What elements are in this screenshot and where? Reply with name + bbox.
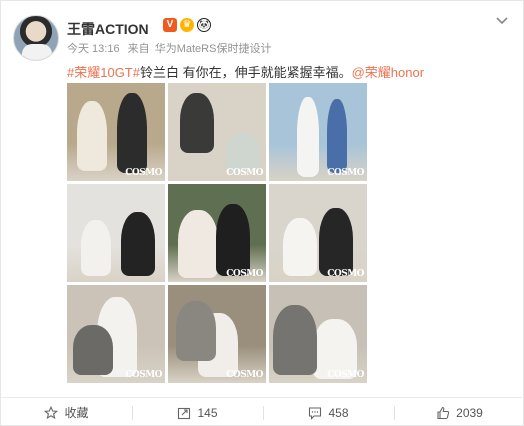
like-button[interactable]: 2039 (394, 398, 524, 426)
weibo-post-card: 王雷ACTION V ♛ 🐼 今天 13:16 来自 华为MateRS保时捷设计… (0, 0, 524, 426)
photo-figure-groom (273, 305, 317, 375)
photo-figure-groom (216, 204, 250, 276)
chevron-down-icon[interactable] (495, 13, 509, 27)
comment-count: 458 (328, 405, 349, 420)
like-count: 2039 (456, 405, 483, 420)
magazine-watermark: COSMO (327, 370, 364, 380)
magazine-watermark: COSMO (327, 168, 364, 178)
verified-badge-icon[interactable]: V (163, 18, 177, 32)
photo-thumbnail[interactable]: COSMO (168, 184, 266, 282)
forward-button[interactable]: 145 (132, 398, 263, 426)
user-badges: V ♛ 🐼 (163, 18, 211, 32)
post-content: #荣耀10GT#铃兰白 有你在，伸手就能紧握幸福。@荣耀honor (67, 62, 424, 81)
photo-figure-bride (297, 97, 319, 177)
photo-thumbnail[interactable]: COSMO (67, 83, 165, 181)
forward-icon (178, 407, 191, 419)
photo-thumbnail[interactable] (67, 184, 165, 282)
comment-button[interactable]: 458 (263, 398, 394, 426)
forward-count: 145 (197, 405, 218, 420)
photo-figure-groom (319, 208, 353, 276)
photo-figure-bride (77, 101, 107, 171)
panda-badge-icon[interactable]: 🐼 (197, 18, 211, 32)
photo-grid: COSMO COSMO COSMO COSMO COSMO COSMO COSMO COSMO (67, 83, 371, 383)
comment-icon (309, 406, 322, 420)
photo-figure-bride (81, 220, 111, 276)
star-icon (44, 405, 59, 419)
photo-thumbnail[interactable]: COSMO (269, 184, 367, 282)
photo-figure-groom (327, 99, 347, 173)
crown-badge-icon[interactable]: ♛ (180, 18, 194, 32)
source-prefix: 来自 (127, 43, 150, 55)
avatar[interactable] (13, 15, 59, 61)
photo-thumbnail[interactable]: COSMO (269, 83, 367, 181)
photo-figure-bride (178, 210, 218, 278)
favorite-label: 收藏 (64, 406, 89, 420)
photo-figure-groom (226, 133, 260, 173)
photo-figure-groom (121, 212, 155, 276)
post-body: 铃兰白 有你在，伸手就能紧握幸福。 (139, 65, 352, 80)
post-meta: 今天 13:16 来自 华为MateRS保时捷设计 (67, 40, 276, 56)
source-device[interactable]: 华为MateRS保时捷设计 (155, 43, 272, 55)
photo-thumbnail[interactable]: COSMO (269, 285, 367, 383)
magazine-watermark: COSMO (226, 269, 263, 279)
favorite-button[interactable]: 收藏 (1, 398, 132, 426)
user-name[interactable]: 王雷ACTION (67, 19, 149, 39)
magazine-watermark: COSMO (226, 370, 263, 380)
photo-figure-groom (117, 93, 147, 173)
magazine-watermark: COSMO (327, 269, 364, 279)
magazine-watermark: COSMO (125, 370, 162, 380)
photo-figure-bride (283, 218, 317, 276)
photo-figure-groom (73, 325, 113, 375)
action-bar: 收藏 145 458 2039 (1, 397, 524, 426)
mention-link[interactable]: @荣耀honor (352, 65, 424, 80)
photo-thumbnail[interactable]: COSMO (168, 285, 266, 383)
magazine-watermark: COSMO (226, 168, 263, 178)
photo-figure-bride (180, 93, 214, 153)
thumbs-up-icon (437, 406, 450, 419)
photo-thumbnail[interactable]: COSMO (168, 83, 266, 181)
photo-thumbnail[interactable]: COSMO (67, 285, 165, 383)
magazine-watermark: COSMO (125, 168, 162, 178)
hashtag-link[interactable]: #荣耀10GT# (67, 65, 140, 80)
post-time[interactable]: 今天 13:16 (67, 43, 120, 55)
photo-figure-groom (176, 301, 216, 361)
